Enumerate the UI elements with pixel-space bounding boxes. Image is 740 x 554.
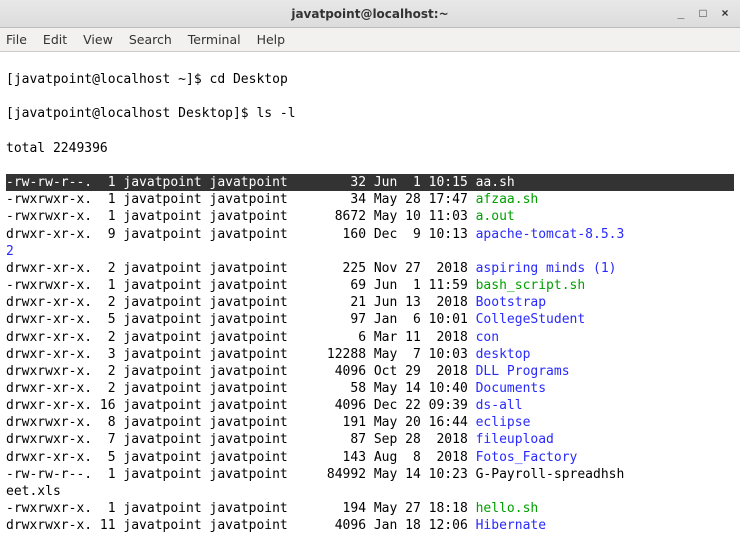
- file-name: CollegeStudent: [476, 312, 586, 327]
- maximize-button[interactable]: □: [692, 3, 714, 23]
- file-attrs: -rwxrwxr-x. 1 javatpoint javatpoint 34 M…: [6, 192, 476, 207]
- file-name: Hibernate: [476, 518, 546, 533]
- file-row: drwxr-xr-x. 2 javatpoint javatpoint 225 …: [6, 260, 734, 277]
- file-attrs: drwxr-xr-x. 9 javatpoint javatpoint 160 …: [6, 227, 476, 242]
- file-row: -rwxrwxr-x. 1 javatpoint javatpoint 194 …: [6, 500, 734, 517]
- file-name: ds-all: [476, 398, 523, 413]
- file-row: drwxr-xr-x. 16 javatpoint javatpoint 409…: [6, 397, 734, 414]
- file-name: hello.sh: [476, 501, 539, 516]
- file-attrs: -rwxrwxr-x. 1 javatpoint javatpoint 194 …: [6, 501, 476, 516]
- file-name: DLL Programs: [476, 364, 570, 379]
- file-name: aspiring minds (1): [476, 261, 617, 276]
- file-row: drwxr-xr-x. 2 javatpoint javatpoint 21 J…: [6, 294, 734, 311]
- file-row: drwxr-xr-x. 3 javatpoint javatpoint 1228…: [6, 346, 734, 363]
- terminal-output[interactable]: [javatpoint@localhost ~]$ cd Desktop [ja…: [0, 52, 740, 554]
- file-row-wrap: eet.xls: [6, 483, 734, 500]
- menu-file[interactable]: File: [6, 32, 27, 47]
- file-name: -rw-rw-r--. 1 javatpoint javatpoint 32 J…: [6, 174, 734, 191]
- file-name: fileupload: [476, 432, 554, 447]
- file-name: G-Payroll-spreadhsh: [476, 467, 625, 482]
- file-attrs: -rw-rw-r--. 1 javatpoint javatpoint 8499…: [6, 467, 476, 482]
- menu-view[interactable]: View: [83, 32, 113, 47]
- file-row: -rw-rw-r--. 1 javatpoint javatpoint 32 J…: [6, 174, 734, 191]
- total-line: total 2249396: [6, 140, 734, 157]
- file-row-wrap: 2: [6, 243, 734, 260]
- file-attrs: drwxr-xr-x. 5 javatpoint javatpoint 97 J…: [6, 312, 476, 327]
- prompt: [javatpoint@localhost ~]$: [6, 72, 210, 87]
- file-row: drwxr-xr-x. 5 javatpoint javatpoint 143 …: [6, 449, 734, 466]
- file-name: Fotos_Factory: [476, 450, 578, 465]
- minimize-button[interactable]: _: [670, 3, 692, 23]
- file-attrs: drwxr-xr-x. 2 javatpoint javatpoint 21 J…: [6, 295, 476, 310]
- titlebar: javatpoint@localhost:~ _ □ ×: [0, 0, 740, 28]
- prompt: [javatpoint@localhost Desktop]$: [6, 106, 256, 121]
- file-attrs: -rwxrwxr-x. 1 javatpoint javatpoint 8672…: [6, 209, 476, 224]
- file-attrs: drwxrwxr-x. 2 javatpoint javatpoint 4096…: [6, 364, 476, 379]
- file-attrs: drwxr-xr-x. 3 javatpoint javatpoint 1228…: [6, 347, 476, 362]
- menubar: File Edit View Search Terminal Help: [0, 28, 740, 52]
- file-attrs: drwxrwxr-x. 11 javatpoint javatpoint 409…: [6, 518, 476, 533]
- file-attrs: drwxr-xr-x. 5 javatpoint javatpoint 143 …: [6, 450, 476, 465]
- window-title: javatpoint@localhost:~: [291, 7, 448, 21]
- file-row: drwxrwxr-x. 7 javatpoint javatpoint 87 S…: [6, 431, 734, 448]
- file-name: Documents: [476, 381, 546, 396]
- menu-terminal[interactable]: Terminal: [188, 32, 241, 47]
- file-row: -rwxrwxr-x. 1 javatpoint javatpoint 8672…: [6, 208, 734, 225]
- file-row: -rwxrwxr-x. 1 javatpoint javatpoint 69 J…: [6, 277, 734, 294]
- file-name-wrap: eet.xls: [6, 484, 61, 499]
- file-row: drwxrwxr-x. 2 javatpoint javatpoint 4096…: [6, 363, 734, 380]
- close-button[interactable]: ×: [714, 3, 736, 23]
- menu-search[interactable]: Search: [129, 32, 172, 47]
- file-name: eclipse: [476, 415, 531, 430]
- command: cd Desktop: [210, 72, 288, 87]
- menu-help[interactable]: Help: [257, 32, 286, 47]
- file-row: drwxr-xr-x. 2 javatpoint javatpoint 58 M…: [6, 380, 734, 397]
- file-attrs: drwxr-xr-x. 2 javatpoint javatpoint 58 M…: [6, 381, 476, 396]
- file-name: desktop: [476, 347, 531, 362]
- file-row: drwxr-xr-x. 9 javatpoint javatpoint 160 …: [6, 226, 734, 243]
- file-name-wrap: 2: [6, 244, 14, 259]
- file-name: a.out: [476, 209, 515, 224]
- file-attrs: drwxr-xr-x. 2 javatpoint javatpoint 225 …: [6, 261, 476, 276]
- file-name: apache-tomcat-8.5.3: [476, 227, 625, 242]
- file-attrs: drwxr-xr-x. 2 javatpoint javatpoint 6 Ma…: [6, 330, 476, 345]
- file-name: afzaa.sh: [476, 192, 539, 207]
- file-row: -rwxrwxr-x. 1 javatpoint javatpoint 34 M…: [6, 191, 734, 208]
- file-name: con: [476, 330, 499, 345]
- file-attrs: drwxr-xr-x. 16 javatpoint javatpoint 409…: [6, 398, 476, 413]
- file-row: -rw-rw-r--. 1 javatpoint javatpoint 8499…: [6, 466, 734, 483]
- file-attrs: -rwxrwxr-x. 1 javatpoint javatpoint 69 J…: [6, 278, 476, 293]
- command: ls -l: [256, 106, 295, 121]
- file-row: drwxr-xr-x. 5 javatpoint javatpoint 97 J…: [6, 311, 734, 328]
- file-name: Bootstrap: [476, 295, 546, 310]
- window-controls: _ □ ×: [670, 3, 736, 23]
- menu-edit[interactable]: Edit: [43, 32, 67, 47]
- file-row: drwxr-xr-x. 2 javatpoint javatpoint 6 Ma…: [6, 329, 734, 346]
- file-row: drwxrwxr-x. 11 javatpoint javatpoint 409…: [6, 517, 734, 534]
- file-row: drwxrwxr-x. 8 javatpoint javatpoint 191 …: [6, 414, 734, 431]
- file-listing: -rw-rw-r--. 1 javatpoint javatpoint 32 J…: [6, 174, 734, 534]
- file-attrs: drwxrwxr-x. 7 javatpoint javatpoint 87 S…: [6, 432, 476, 447]
- file-name: bash_script.sh: [476, 278, 586, 293]
- file-attrs: drwxrwxr-x. 8 javatpoint javatpoint 191 …: [6, 415, 476, 430]
